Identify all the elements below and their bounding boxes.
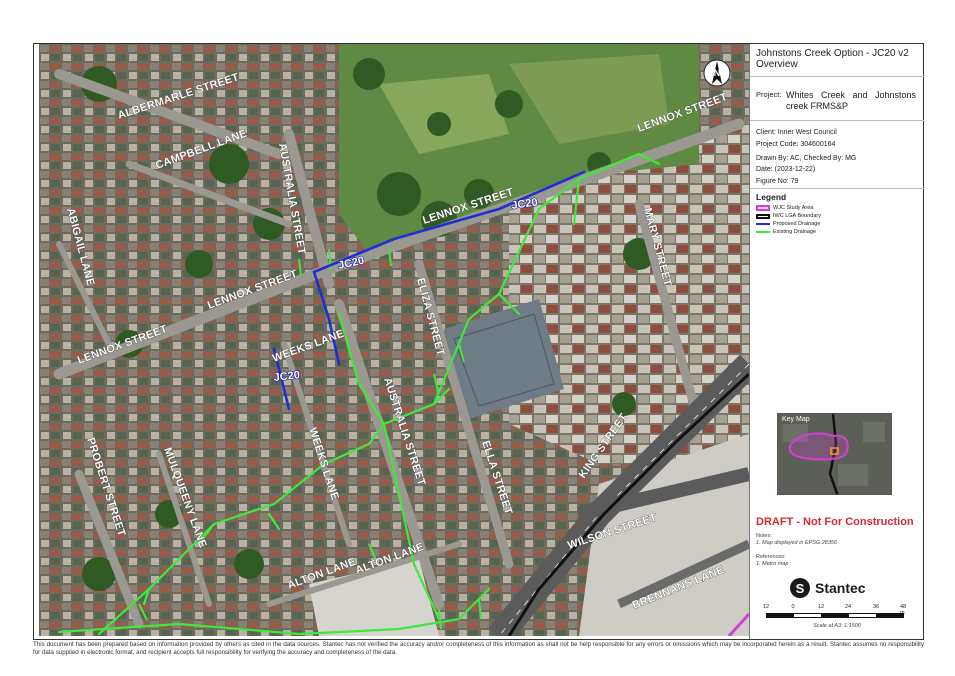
scale-bar-graphic [766,613,904,618]
notes-line-1-text: 1. Map displayed in EPSG:28356 [756,540,838,546]
legend-item-study-area: WJC Study Area [756,204,916,212]
key-map[interactable]: Key Map [777,413,892,495]
legend-item-proposed-drainage: Proposed Drainage [756,220,916,228]
draft-notice: DRAFT - Not For Construction [756,516,914,528]
scale-ticks: 12 0 12 24 36 48 m [762,604,912,616]
project-value: Whites Creek and Johnstons creek FRMS&P [786,90,916,111]
key-map-title: Key Map [782,416,810,423]
stantec-logo-text: Stantec [815,580,866,596]
map-title: Johnstons Creek Option - JC20 v2 Overvie… [756,48,909,70]
legend-swatch-proposed-drainage [756,223,770,225]
date-field: Date: (2023-12-22) [756,166,816,173]
stantec-logo-icon: S [790,578,810,598]
legend-label: WJC Study Area [773,205,814,211]
divider [750,76,924,77]
map-canvas: ALBERMARLE STREET CAMPBELL LANE AUSTRALI… [39,44,749,636]
drawn-by-field: Drawn By: AC, Checked By: MG [756,155,857,162]
scale-tick: 36 [872,604,880,610]
scale-caption: Scale at A3: 1:1500 [813,623,861,629]
legend-label: Existing Drainage [773,229,817,235]
legend-label: IWC LGA Boundary [773,213,821,219]
notes-heading: Notes: [756,533,772,539]
legend-item-lga-boundary: IWC LGA Boundary [756,212,916,220]
legend-title: Legend [756,192,787,202]
divider [750,120,924,121]
references-heading: References: [756,554,786,560]
legend-item-existing-drainage: Existing Drainage [756,228,916,236]
legend-label: Proposed Drainage [773,221,821,227]
references-line-1: 1. Metro map [756,561,922,568]
legend-swatch-lga-boundary [756,213,770,219]
aerial-map[interactable]: ALBERMARLE STREET CAMPBELL LANE AUSTRALI… [39,44,749,636]
disclaimer-text: This document has been prepared based on… [33,641,924,656]
figure-no-field: Figure No: 79 [756,178,799,185]
scale-tick: 12 [762,604,770,610]
legend-swatch-existing-drainage [756,231,770,233]
title-block: Johnstons Creek Option - JC20 v2 Overvie… [749,44,924,639]
scale-tick: 12 [817,604,825,610]
stantec-logo: S Stantec [790,577,866,599]
notes-line-1: 1. Map displayed in EPSG:28356 [756,540,922,547]
divider [750,188,924,189]
key-map-canvas [778,414,891,494]
scale-bar: 12 0 12 24 36 48 m Scale at A3: 1:1500 [762,604,912,634]
client-field: Client: Inner West Council [756,129,837,136]
legend-swatch-study-area [756,205,770,211]
scale-tick: 24 [844,604,852,610]
references-line-1-text: 1. Metro map [756,561,789,567]
project-code-field: Project Code: 304600164 [756,141,836,148]
scale-tick: 0 [791,604,795,610]
project-field: Project: Whites Creek and Johnstons creek… [756,90,922,112]
north-arrow: N [703,56,731,90]
project-label: Project: [756,90,782,99]
north-letter: N [714,68,721,78]
